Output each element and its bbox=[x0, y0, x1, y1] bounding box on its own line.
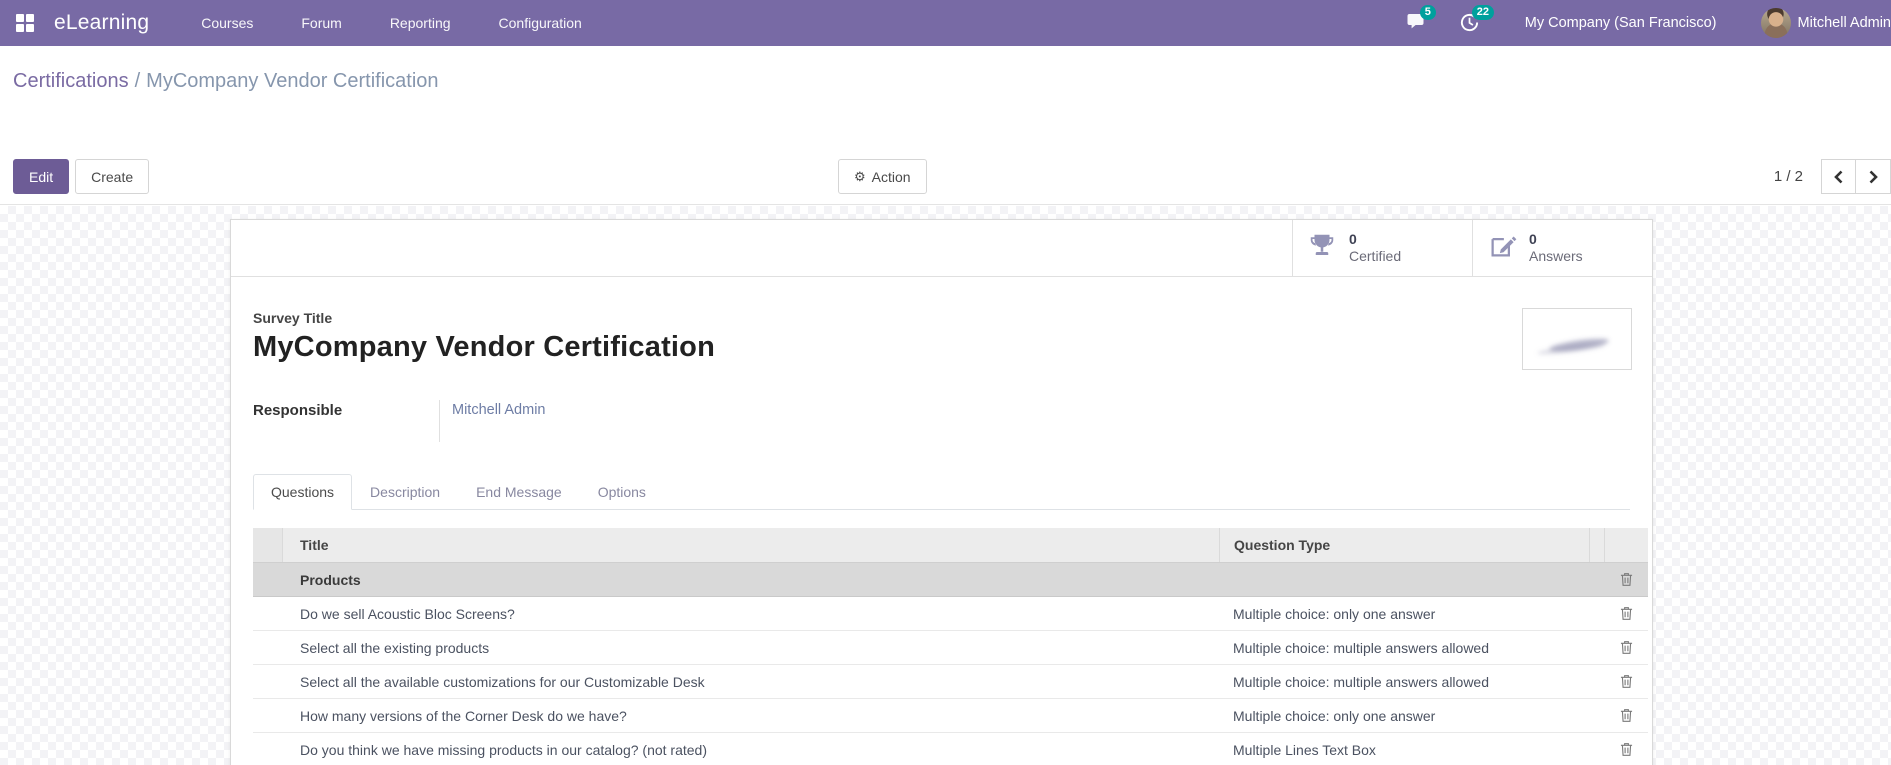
responsible-label: Responsible bbox=[253, 402, 343, 419]
menu-item-configuration[interactable]: Configuration bbox=[499, 15, 582, 31]
survey-title-label: Survey Title bbox=[253, 310, 333, 326]
trash-column-header bbox=[1604, 528, 1648, 562]
pager-previous-button[interactable] bbox=[1821, 159, 1856, 194]
question-row[interactable]: Select all the existing products Multipl… bbox=[253, 631, 1648, 665]
tab-end-message[interactable]: End Message bbox=[458, 474, 580, 510]
tab-options[interactable]: Options bbox=[580, 474, 664, 510]
answers-count: 0 bbox=[1529, 231, 1537, 247]
user-avatar bbox=[1760, 8, 1791, 38]
form-sheet: 0 Certified 0 Answers Survey Title MyCom… bbox=[230, 219, 1653, 765]
menu-item-forum[interactable]: Forum bbox=[301, 15, 341, 31]
breadcrumb-current: MyCompany Vendor Certification bbox=[146, 70, 439, 92]
delete-row-icon[interactable] bbox=[1620, 674, 1633, 689]
delete-row-icon[interactable] bbox=[1620, 606, 1633, 621]
stat-button-strip: 0 Certified 0 Answers bbox=[231, 220, 1652, 277]
breadcrumb-separator: / bbox=[134, 70, 141, 92]
question-row[interactable]: Do you think we have missing products in… bbox=[253, 733, 1648, 765]
responsible-value-link[interactable]: Mitchell Admin bbox=[439, 400, 739, 442]
tab-description[interactable]: Description bbox=[352, 474, 458, 510]
notebook-tabs: Questions Description End Message Option… bbox=[253, 474, 1630, 510]
breadcrumb: Certifications / MyCompany Vendor Certific… bbox=[13, 70, 439, 93]
navbar-systray: 5 22 My Company (San Francisco) Mitchell… bbox=[1387, 5, 1891, 38]
questions-table-header: Title Question Type bbox=[253, 528, 1648, 563]
certified-count: 0 bbox=[1349, 231, 1357, 247]
certified-stat-button[interactable]: 0 Certified bbox=[1292, 220, 1472, 276]
title-column-header: Title bbox=[300, 537, 329, 553]
answers-stat-button[interactable]: 0 Answers bbox=[1472, 220, 1652, 276]
questions-table: Title Question Type Products Do we sell … bbox=[253, 528, 1648, 765]
menu-item-reporting[interactable]: Reporting bbox=[390, 15, 451, 31]
question-row[interactable]: Do we sell Acoustic Bloc Screens? Multip… bbox=[253, 597, 1648, 631]
messages-icon[interactable]: 5 bbox=[1407, 5, 1436, 34]
action-button[interactable]: ⚙ Action bbox=[838, 159, 927, 194]
question-row[interactable]: How many versions of the Corner Desk do … bbox=[253, 699, 1648, 733]
drag-handle[interactable] bbox=[253, 699, 283, 732]
tab-questions[interactable]: Questions bbox=[253, 474, 353, 510]
delete-row-icon[interactable] bbox=[1620, 572, 1633, 587]
company-switcher[interactable]: My Company (San Francisco) bbox=[1525, 15, 1717, 31]
section-title: Products bbox=[300, 571, 361, 588]
edit-create-group: Edit Create bbox=[13, 159, 150, 194]
apps-grid-icon[interactable] bbox=[12, 10, 38, 36]
activities-icon[interactable]: 22 bbox=[1459, 5, 1494, 34]
delete-row-icon[interactable] bbox=[1620, 742, 1633, 757]
user-menu[interactable]: Mitchell Admin bbox=[1760, 8, 1891, 38]
trophy-icon bbox=[1307, 231, 1337, 266]
delete-row-icon[interactable] bbox=[1620, 708, 1633, 723]
pager: 1 / 2 bbox=[1774, 159, 1891, 194]
drag-handle[interactable] bbox=[253, 597, 283, 630]
breadcrumb-certifications[interactable]: Certifications bbox=[13, 70, 129, 92]
content-area: 0 Certified 0 Answers Survey Title MyCom… bbox=[0, 206, 1891, 765]
type-column-header: Question Type bbox=[1219, 528, 1589, 562]
survey-title: MyCompany Vendor Certification bbox=[253, 331, 716, 363]
answers-label: Answers bbox=[1529, 248, 1583, 264]
pager-next-button[interactable] bbox=[1856, 159, 1891, 194]
section-row-products[interactable]: Products bbox=[253, 563, 1648, 597]
edit-button[interactable]: Edit bbox=[13, 159, 70, 194]
menu-item-courses[interactable]: Courses bbox=[201, 15, 253, 31]
responsible-field: Responsible Mitchell Admin bbox=[253, 400, 1630, 442]
top-navbar: eLearning Courses Forum Reporting Config… bbox=[0, 0, 1891, 46]
gear-icon: ⚙ bbox=[854, 169, 866, 184]
handle-column-header bbox=[253, 528, 283, 562]
user-name: Mitchell Admin bbox=[1797, 15, 1891, 31]
drag-handle[interactable] bbox=[253, 665, 283, 698]
app-brand[interactable]: eLearning bbox=[54, 11, 149, 35]
survey-background-image bbox=[1522, 308, 1632, 370]
create-button[interactable]: Create bbox=[75, 159, 150, 194]
question-row[interactable]: Select all the available customizations … bbox=[253, 665, 1648, 699]
main-menu: Courses Forum Reporting Configuration bbox=[201, 15, 582, 31]
control-panel: Certifications / MyCompany Vendor Certific… bbox=[0, 46, 1891, 252]
spacer-column-header bbox=[1589, 528, 1604, 562]
drag-handle[interactable] bbox=[253, 733, 283, 765]
certified-label: Certified bbox=[1349, 248, 1402, 264]
activities-count-badge: 22 bbox=[1471, 5, 1494, 20]
messages-count-badge: 5 bbox=[1419, 5, 1436, 20]
pencil-square-icon bbox=[1487, 231, 1517, 266]
delete-row-icon[interactable] bbox=[1620, 640, 1633, 655]
drag-handle[interactable] bbox=[253, 631, 283, 664]
pager-value: 1 / 2 bbox=[1773, 168, 1803, 185]
